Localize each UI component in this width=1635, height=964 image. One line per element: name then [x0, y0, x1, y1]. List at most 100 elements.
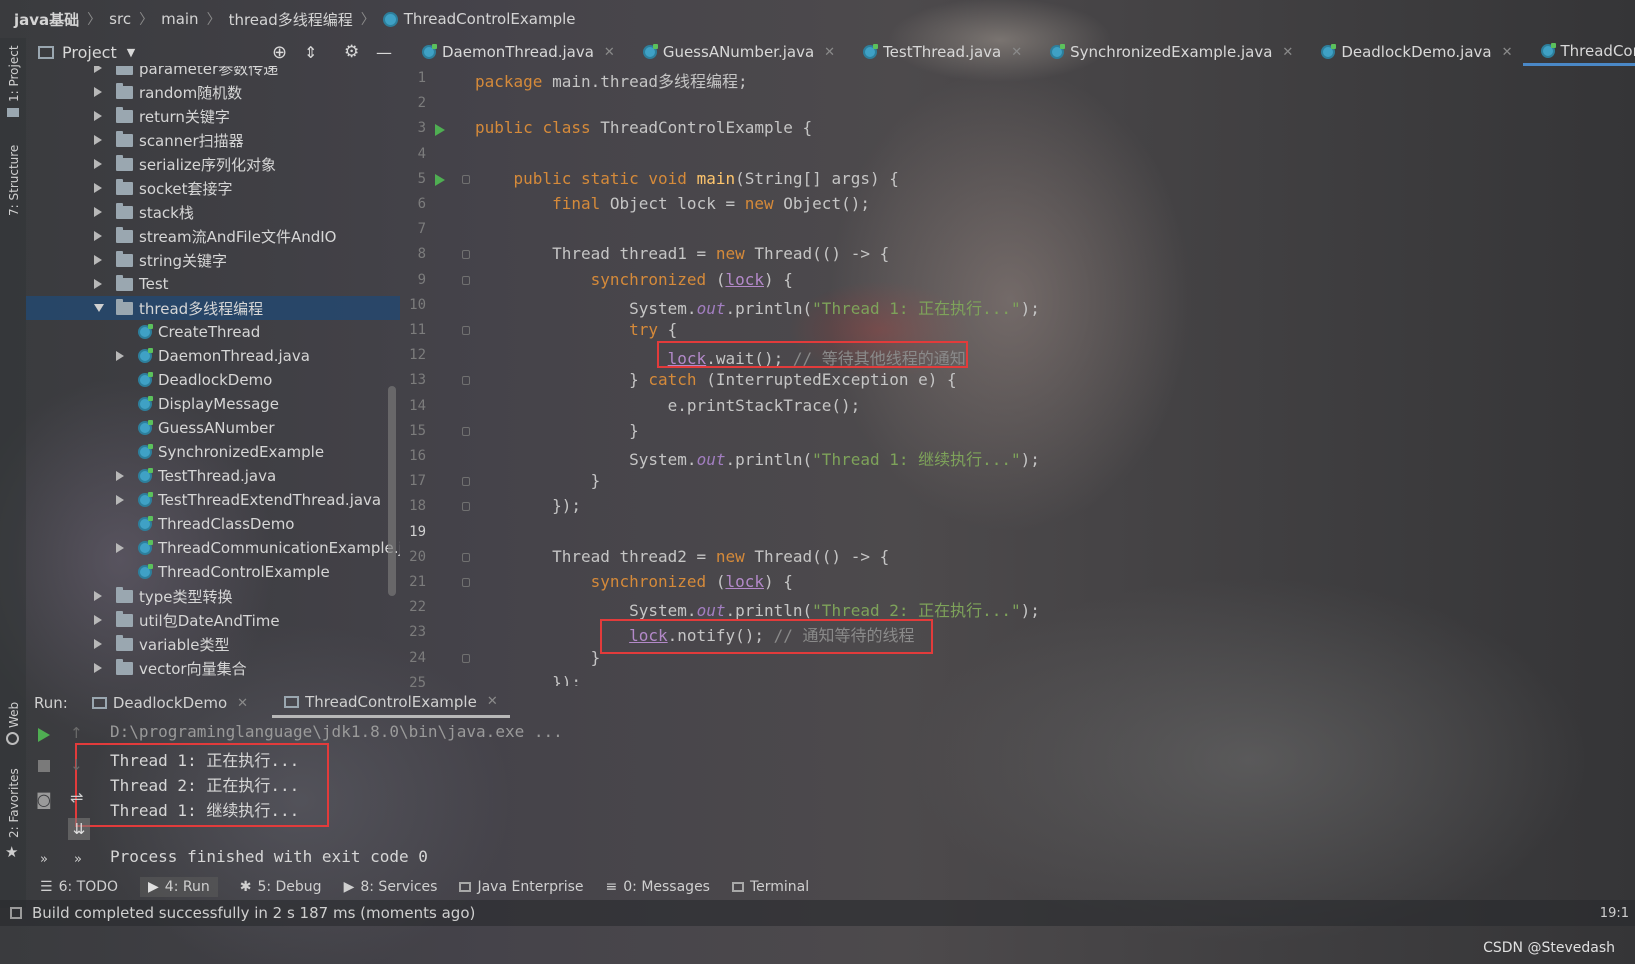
collapse-arrow-icon[interactable] — [94, 591, 102, 601]
run-tab-threadcontrolexample[interactable]: ThreadControlExample ✕ — [272, 688, 510, 718]
project-tool-button[interactable]: 1: Project — [7, 45, 21, 102]
close-icon[interactable]: ✕ — [1282, 45, 1293, 60]
tree-item[interactable]: variable类型 — [26, 632, 230, 656]
tree-item[interactable]: ThreadControlExample — [26, 560, 330, 584]
fold-marker-icon[interactable] — [462, 502, 470, 512]
collapse-arrow-icon[interactable] — [116, 543, 124, 553]
terminal-tool-button[interactable]: Terminal — [731, 879, 809, 895]
code-line[interactable]: synchronized (lock) { — [475, 572, 793, 591]
console-output[interactable]: D:\programinglanguage\jdk1.8.0\bin\java.… — [110, 718, 1610, 868]
stop-icon[interactable] — [38, 760, 50, 772]
tree-item[interactable]: ThreadCommunicationExample.java — [26, 536, 400, 560]
editor-tab[interactable]: SynchronizedExample.java ✕ — [1032, 38, 1303, 66]
editor-tab[interactable]: GuessANumber.java ✕ — [625, 38, 845, 66]
structure-tool-button[interactable]: 7: Structure — [7, 145, 21, 216]
hide-panel-icon[interactable]: — — [376, 43, 392, 62]
code-line[interactable]: } — [475, 421, 639, 440]
gear-icon[interactable]: ⚙ — [344, 42, 359, 62]
editor-tab[interactable]: DeadlockDemo.java ✕ — [1303, 38, 1522, 66]
tree-item[interactable]: TestThread.java — [26, 464, 276, 488]
favorites-tool-button[interactable]: 2: Favorites — [7, 768, 21, 838]
messages-tool-button[interactable]: ≡ 0: Messages — [606, 879, 710, 895]
tree-item[interactable]: DisplayMessage — [26, 392, 279, 416]
collapse-arrow-icon[interactable] — [94, 159, 102, 169]
tree-item[interactable]: ThreadClassDemo — [26, 512, 294, 536]
tree-item[interactable]: thread多线程编程 — [26, 296, 400, 320]
collapse-arrow-icon[interactable] — [116, 351, 124, 361]
collapse-arrow-icon[interactable] — [94, 111, 102, 121]
tree-item[interactable]: DeadlockDemo — [26, 368, 272, 392]
editor-tab[interactable]: ThreadControlExample — [1522, 38, 1635, 66]
code-line[interactable]: } catch (InterruptedException e) { — [475, 370, 957, 389]
tree-item[interactable]: return关键字 — [26, 104, 230, 128]
code-line[interactable]: Thread thread2 = new Thread(() -> { — [475, 547, 889, 566]
web-tool-button[interactable]: Web — [7, 702, 21, 728]
chevron-down-icon[interactable]: ▼ — [127, 46, 135, 59]
run-tab-deadlockdemo[interactable]: DeadlockDemo ✕ — [91, 688, 248, 718]
tree-item[interactable]: random随机数 — [26, 80, 242, 104]
todo-tool-button[interactable]: ☰ 6: TODO — [40, 879, 118, 895]
fold-marker-icon[interactable] — [462, 477, 470, 487]
scroll-to-end-icon[interactable]: ⇊ — [68, 818, 90, 840]
code-line[interactable]: e.printStackTrace(); — [475, 396, 861, 415]
collapse-arrow-icon[interactable] — [94, 639, 102, 649]
code-line[interactable]: }); — [475, 496, 581, 515]
project-view-dropdown[interactable]: Project — [62, 43, 117, 62]
tree-item[interactable]: stack栈 — [26, 200, 194, 224]
collapse-arrow-icon[interactable] — [116, 495, 124, 505]
fold-marker-icon[interactable] — [462, 552, 470, 562]
tree-item[interactable]: serialize序列化对象 — [26, 152, 276, 176]
rerun-icon[interactable] — [38, 728, 50, 742]
close-icon[interactable]: ✕ — [237, 696, 248, 711]
locate-target-icon[interactable]: ⊕ — [272, 42, 287, 63]
fold-marker-icon[interactable] — [462, 653, 470, 663]
tree-item[interactable]: CreateThread — [26, 320, 260, 344]
code-line[interactable]: System.out.println("Thread 1: 继续执行..."); — [475, 446, 1040, 470]
code-line[interactable]: final Object lock = new Object(); — [475, 194, 870, 213]
collapse-arrow-icon[interactable] — [94, 255, 102, 265]
code-line[interactable]: Thread thread1 = new Thread(() -> { — [475, 244, 889, 263]
breadcrumb-package[interactable]: thread多线程编程 — [229, 9, 353, 30]
fold-marker-icon[interactable] — [462, 376, 470, 386]
code-line[interactable]: package main.thread多线程编程; — [475, 68, 748, 92]
tree-item[interactable]: scanner扫描器 — [26, 128, 244, 152]
tree-scrollbar[interactable] — [388, 386, 396, 596]
collapse-arrow-icon[interactable] — [94, 66, 102, 73]
collapse-arrow-icon[interactable] — [94, 279, 102, 289]
tree-item[interactable]: util包DateAndTime — [26, 608, 280, 632]
java-enterprise-tool-button[interactable]: Java Enterprise — [459, 879, 584, 895]
up-arrow-icon[interactable]: ↑ — [70, 724, 83, 742]
code-line[interactable]: public static void main(String[] args) { — [475, 169, 899, 188]
code-line[interactable]: }); — [475, 673, 581, 686]
code-editor[interactable]: package main.thread多线程编程; public class Th… — [475, 66, 1635, 686]
run-tool-button[interactable]: ▶ 4: Run — [140, 877, 218, 897]
tree-item[interactable]: TestThreadExtendThread.java — [26, 488, 381, 512]
code-line[interactable]: } — [475, 648, 601, 667]
collapse-arrow-icon[interactable] — [94, 87, 102, 97]
code-line[interactable]: } — [475, 471, 601, 490]
collapse-arrow-icon[interactable] — [94, 663, 102, 673]
close-icon[interactable]: ✕ — [1011, 45, 1022, 60]
tree-item[interactable]: socket套接字 — [26, 176, 233, 200]
fold-marker-icon[interactable] — [462, 578, 470, 587]
fold-marker-icon[interactable] — [462, 275, 470, 285]
tree-item[interactable]: string关键字 — [26, 248, 227, 272]
fold-marker-icon[interactable] — [462, 426, 470, 436]
run-gutter-icon[interactable] — [435, 174, 445, 186]
code-line[interactable]: synchronized (lock) { — [475, 270, 793, 289]
breadcrumb-main[interactable]: main — [161, 10, 198, 28]
close-icon[interactable]: ✕ — [1502, 45, 1513, 60]
down-arrow-icon[interactable]: ↓ — [70, 756, 83, 774]
expand-arrow-icon[interactable] — [94, 304, 104, 312]
debug-tool-button[interactable]: ✱ 5: Debug — [240, 879, 322, 895]
collapse-arrow-icon[interactable] — [94, 231, 102, 241]
breadcrumb-project[interactable]: java基础 — [14, 9, 79, 30]
camera-icon[interactable]: ◙ — [36, 790, 52, 809]
editor-tab[interactable]: DaemonThread.java ✕ — [404, 38, 625, 66]
collapse-arrow-icon[interactable] — [94, 183, 102, 193]
fold-marker-icon[interactable] — [462, 174, 470, 184]
services-tool-button[interactable]: ▶ 8: Services — [344, 879, 438, 895]
fold-marker-icon[interactable] — [462, 326, 470, 335]
more-icon[interactable]: » — [40, 852, 48, 867]
collapse-all-icon[interactable]: ⇕ — [304, 43, 317, 62]
